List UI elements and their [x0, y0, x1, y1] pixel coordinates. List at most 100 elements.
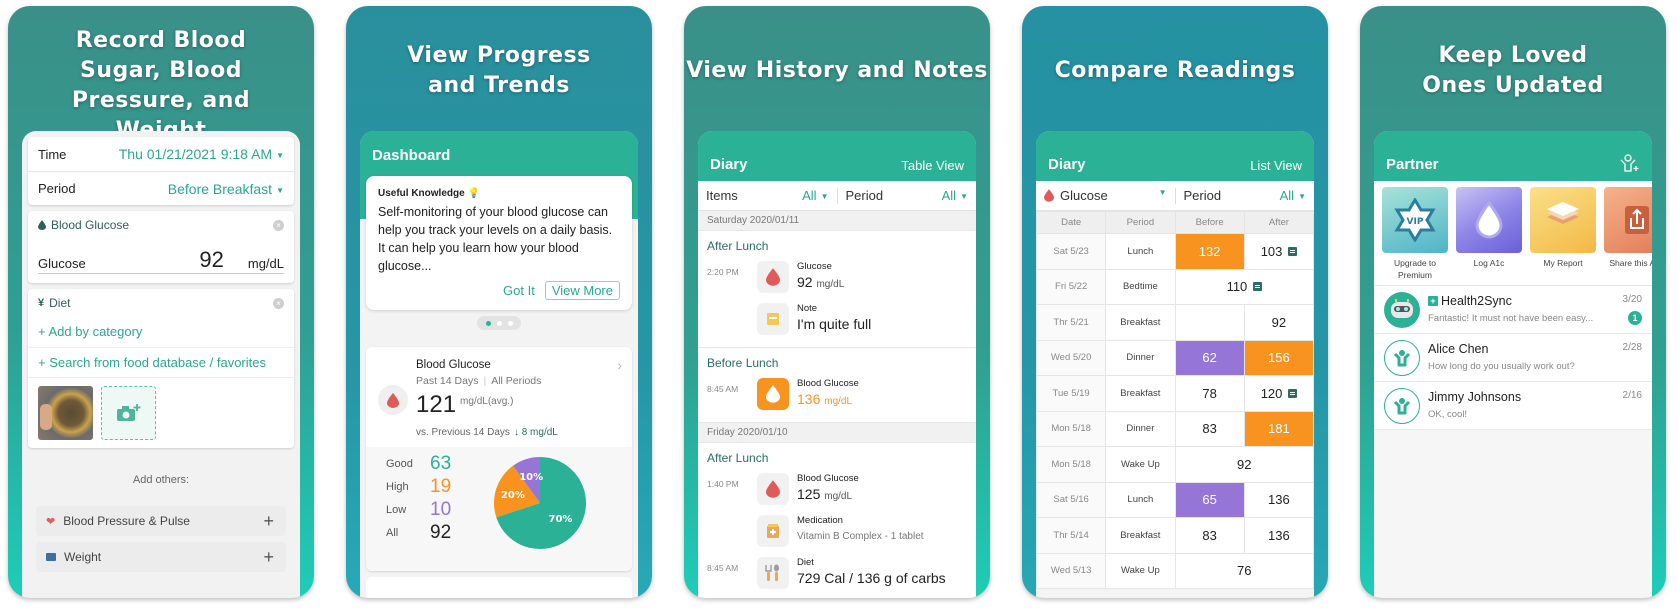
summary-subtitle: Past 14 Days | All Periods: [416, 375, 542, 387]
add-by-category-link[interactable]: + Add by category: [28, 317, 294, 347]
table-row[interactable]: Mon 5/18 Dinner 83 181: [1036, 410, 1314, 447]
cell-after[interactable]: 136: [1243, 481, 1314, 518]
chat-item[interactable]: Alice Chen How long do you usually work o…: [1374, 334, 1652, 382]
chat-name: Alice Chen: [1428, 342, 1489, 356]
cell-period: Dinner: [1105, 339, 1176, 376]
carousel-dot[interactable]: [507, 320, 513, 326]
diary-group: After Lunch 2:20 PM Glucose 92 mg/dL Note I'm…: [698, 231, 976, 348]
cell-before[interactable]: 65: [1174, 481, 1245, 518]
chat-item[interactable]: + Health2Sync Fantastic! It must not have …: [1374, 286, 1652, 334]
items-filter[interactable]: Items All ▼: [698, 188, 837, 203]
cell-after[interactable]: 92: [1243, 304, 1314, 341]
plus-icon[interactable]: +: [263, 511, 274, 532]
diary-entry[interactable]: 8:45 AM Blood Glucose 136 mg/dL: [698, 376, 976, 418]
chevron-right-icon[interactable]: ›: [617, 357, 622, 373]
phone-screen: Partner VIP Upgrade to Premium Log A1c M…: [1374, 131, 1652, 598]
app-bar-title: Diary: [710, 156, 748, 173]
caret-down-icon: ▼: [1298, 192, 1306, 202]
feature-log-a1c[interactable]: Log A1c: [1456, 187, 1522, 279]
search-food-link[interactable]: + Search from food database / favorites: [28, 347, 294, 377]
remove-section-icon[interactable]: ×: [273, 297, 284, 309]
list-view-button[interactable]: List View: [1250, 158, 1302, 173]
blood-drop-icon: [757, 473, 789, 505]
feature-my-report[interactable]: My Report: [1530, 187, 1596, 279]
promo-panel-compare: Compare Readings Diary List View Glucose…: [1022, 6, 1328, 598]
period-filter[interactable]: Period All ▼: [1176, 188, 1315, 203]
table-row[interactable]: Wed 5/20 Dinner 62 156: [1036, 339, 1314, 376]
table-view-button[interactable]: Table View: [901, 158, 964, 173]
entry-time: 2:20 PM: [707, 267, 739, 277]
cell-reading[interactable]: 92: [1174, 446, 1314, 483]
diary-entry[interactable]: 1:40 PM Blood Glucose 125 mg/dL: [698, 471, 976, 513]
food-photo[interactable]: [38, 386, 93, 440]
cell-date: Sat 5/16: [1036, 481, 1107, 518]
entry-value: 136 mg/dL: [797, 391, 853, 407]
feature-share-app[interactable]: Share this App: [1604, 187, 1652, 279]
table-row[interactable]: Thr 5/21 Breakfast 92: [1036, 304, 1314, 341]
table-row[interactable]: Sat 5/23 Lunch 132 103: [1036, 233, 1314, 270]
add-blood-pressure-item[interactable]: ❤ Blood Pressure & Pulse +: [36, 506, 286, 536]
plus-icon[interactable]: +: [263, 547, 274, 568]
chat-name: + Health2Sync: [1428, 294, 1512, 308]
diary-entry[interactable]: 2:20 PM Glucose 92 mg/dL: [698, 259, 976, 301]
cell-after[interactable]: 156: [1243, 339, 1314, 376]
cell-before[interactable]: 78: [1174, 375, 1245, 412]
cell-reading[interactable]: 76: [1174, 552, 1314, 589]
view-more-button[interactable]: View More: [544, 281, 620, 300]
table-row[interactable]: Tue 5/19 Breakfast 78 120: [1036, 375, 1314, 412]
table-row[interactable]: Fri 5/22 Bedtime 110: [1036, 268, 1314, 305]
carousel-indicator[interactable]: [477, 316, 521, 330]
table-row[interactable]: Sat 5/16 Lunch 65 136: [1036, 481, 1314, 518]
feature-upgrade-premium[interactable]: VIP Upgrade to Premium: [1382, 187, 1448, 280]
cell-after[interactable]: 181: [1243, 410, 1314, 447]
glucose-filter[interactable]: Glucose ▼: [1036, 188, 1175, 203]
cell-before[interactable]: [1174, 304, 1245, 341]
time-select[interactable]: Thu 01/21/2021 9:18 AM ▼: [119, 146, 284, 162]
stat-row-low: Low 10: [386, 499, 451, 521]
chat-item[interactable]: Jimmy Johnsons OK, cool! 2/16: [1374, 382, 1652, 430]
caret-down-icon: ▼: [960, 192, 968, 202]
blood-glucose-summary-card[interactable]: Blood Glucose Past 14 Days | All Periods 1…: [366, 347, 632, 571]
cell-before[interactable]: 83: [1174, 410, 1245, 447]
blood-drop-icon: [757, 261, 789, 293]
glucose-pie-chart: 70% 20% 10%: [494, 457, 586, 549]
cell-before[interactable]: 62: [1174, 339, 1245, 376]
time-row[interactable]: Time Thu 01/21/2021 9:18 AM ▼: [28, 137, 294, 171]
cell-period: Lunch: [1105, 481, 1176, 518]
summary-title: Blood Glucose: [416, 359, 491, 371]
add-photo-button[interactable]: [101, 386, 156, 440]
cell-after[interactable]: 103: [1243, 233, 1314, 270]
column-header-period: Period: [1105, 211, 1176, 234]
carousel-dot[interactable]: [496, 320, 502, 326]
cell-date: Mon 5/18: [1036, 410, 1107, 447]
glucose-label: Glucose: [38, 256, 86, 271]
cell-before[interactable]: 132: [1174, 233, 1245, 270]
blood-drop-icon: [757, 378, 789, 410]
add-partner-icon[interactable]: [1620, 154, 1640, 175]
carousel-dot[interactable]: [485, 320, 491, 326]
table-row[interactable]: Mon 5/18 Wake Up 92: [1036, 446, 1314, 483]
cell-after[interactable]: 120: [1243, 375, 1314, 412]
cell-after[interactable]: 136: [1243, 517, 1314, 554]
cell-reading[interactable]: 110: [1174, 268, 1314, 305]
stat-label: Good: [386, 458, 413, 470]
cell-before[interactable]: 83: [1174, 517, 1245, 554]
got-it-button[interactable]: Got It: [503, 283, 535, 298]
diary-entry[interactable]: Note I'm quite full: [698, 301, 976, 343]
cell-date: Tue 5/19: [1036, 375, 1107, 412]
table-row[interactable]: Wed 5/13 Wake Up 76: [1036, 552, 1314, 589]
period-filter[interactable]: Period All ▼: [838, 188, 977, 203]
medication-icon: [757, 515, 789, 547]
diary-entry[interactable]: 8:45 AM Diet 729 Cal / 136 g of carbs: [698, 555, 976, 597]
share-icon: [1625, 206, 1649, 234]
period-row[interactable]: Period Before Breakfast ▼: [28, 171, 294, 205]
entry-name: Glucose: [797, 261, 832, 272]
table-row[interactable]: Thr 5/14 Breakfast 83 136: [1036, 517, 1314, 554]
glucose-input[interactable]: 92: [199, 249, 223, 271]
period-select[interactable]: Before Breakfast ▼: [168, 181, 284, 197]
remove-section-icon[interactable]: ×: [273, 219, 284, 231]
diary-entry[interactable]: Medication Vitamin B Complex - 1 tablet: [698, 513, 976, 555]
add-weight-item[interactable]: Weight +: [36, 542, 286, 572]
next-summary-card[interactable]: [366, 577, 632, 598]
promo-panel-partner: Keep Loved Ones Updated Partner VIP Upgr…: [1360, 6, 1666, 598]
